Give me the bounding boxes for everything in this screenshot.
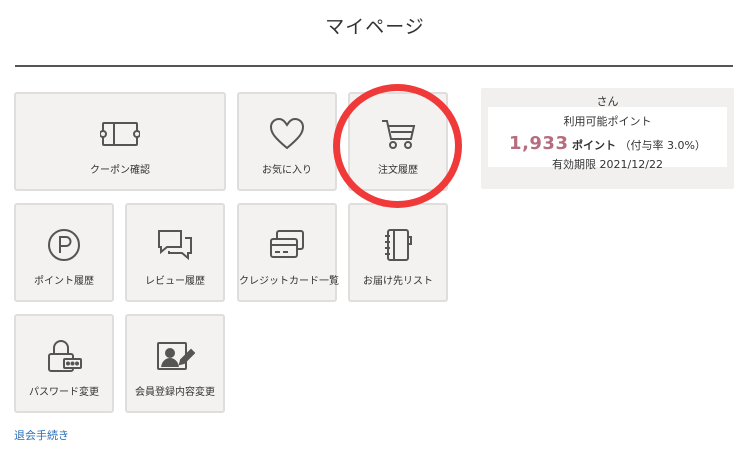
points-summary-box: さん 利用可能ポイント 1,933 ポイント （付与率 3.0%） 有効期限 2… bbox=[481, 88, 734, 189]
address-list-tile[interactable]: お届け先リスト bbox=[348, 203, 448, 302]
address-book-icon bbox=[378, 227, 418, 263]
points-value: 1,933 bbox=[509, 133, 569, 154]
heart-icon bbox=[267, 116, 307, 152]
withdraw-link[interactable]: 退会手続き bbox=[14, 427, 69, 443]
credit-card-icon bbox=[267, 227, 307, 263]
password-tile[interactable]: パスワード変更 bbox=[14, 314, 114, 413]
points-history-label: ポイント履歴 bbox=[34, 276, 94, 287]
points-history-tile[interactable]: ポイント履歴 bbox=[14, 203, 114, 302]
points-summary-inner: 利用可能ポイント 1,933 ポイント （付与率 3.0%） 有効期限 2021… bbox=[488, 107, 727, 171]
credit-cards-tile[interactable]: クレジットカード一覧 bbox=[237, 203, 339, 302]
point-icon bbox=[44, 227, 84, 263]
reviews-label: レビュー履歴 bbox=[145, 276, 205, 287]
page-title: マイページ bbox=[325, 16, 425, 38]
coupon-tile[interactable]: クーポン確認 bbox=[14, 92, 226, 191]
points-row: 1,933 ポイント （付与率 3.0%） bbox=[488, 133, 727, 154]
title-divider bbox=[15, 65, 733, 67]
favorites-label: お気に入り bbox=[262, 165, 312, 176]
points-unit: ポイント bbox=[571, 139, 616, 152]
coupon-icon bbox=[100, 116, 140, 152]
lock-icon bbox=[44, 338, 84, 374]
coupon-label: クーポン確認 bbox=[90, 165, 150, 176]
reviews-tile[interactable]: レビュー履歴 bbox=[125, 203, 225, 302]
points-rate: （付与率 3.0%） bbox=[619, 139, 706, 152]
available-points-label: 利用可能ポイント bbox=[563, 115, 652, 128]
cart-icon bbox=[378, 116, 418, 152]
orders-tile[interactable]: 注文履歴 bbox=[348, 92, 448, 191]
profile-edit-tile[interactable]: 会員登録内容変更 bbox=[125, 314, 225, 413]
profile-edit-label: 会員登録内容変更 bbox=[135, 387, 215, 398]
password-label: パスワード変更 bbox=[29, 387, 99, 398]
profile-edit-icon bbox=[155, 338, 195, 374]
address-list-label: お届け先リスト bbox=[363, 276, 433, 287]
orders-label: 注文履歴 bbox=[378, 165, 418, 176]
chat-icon bbox=[155, 227, 195, 263]
points-expiry: 有効期限 2021/12/22 bbox=[552, 158, 663, 171]
credit-cards-label: クレジットカード一覧 bbox=[239, 276, 339, 287]
favorites-tile[interactable]: お気に入り bbox=[237, 92, 337, 191]
